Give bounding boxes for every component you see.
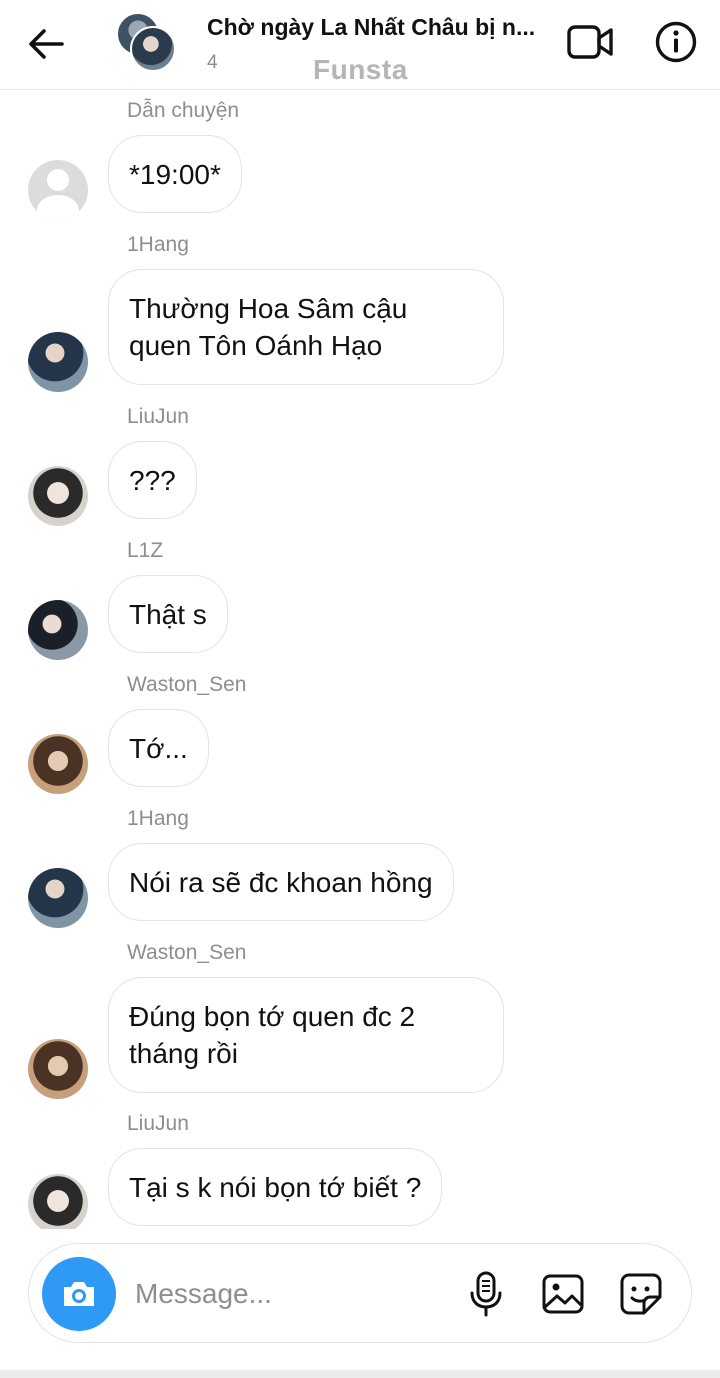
message-text: Thật s [129, 598, 207, 630]
member-avatar-front [130, 26, 176, 72]
message-bubble[interactable]: Nói ra sẽ đc khoan hồng [108, 843, 454, 921]
sender-name: 1Hang [127, 807, 189, 830]
sender-name: LiuJun [127, 405, 189, 428]
message-bubble[interactable]: Đúng bọn tớ quen đc 2 tháng rồi [108, 977, 504, 1093]
back-arrow-icon [29, 29, 64, 59]
user-avatar[interactable] [28, 160, 88, 220]
video-call-button[interactable] [566, 20, 616, 64]
camera-button[interactable] [42, 1257, 116, 1331]
back-button[interactable] [26, 24, 66, 64]
message-text: Tại s k nói bọn tớ biết ? [129, 1171, 422, 1203]
message-bubble[interactable]: Thường Hoa Sâm cậu quen Tôn Oánh Hạo [108, 269, 504, 385]
info-icon [655, 21, 697, 63]
user-avatar[interactable] [28, 868, 88, 928]
user-avatar[interactable] [28, 734, 88, 794]
message-text: tháng rồi [129, 1038, 238, 1069]
message-input[interactable] [135, 1270, 455, 1318]
message-list[interactable]: Dẫn chuyện *19:00* 1Hang Thường Hoa Sâm … [0, 91, 720, 1229]
message-bubble[interactable]: Tớ... [108, 709, 209, 787]
message-text: Nói ra sẽ đc khoan hồng [129, 866, 433, 898]
sender-name: 1Hang [127, 233, 189, 256]
message-bubble[interactable]: ??? [108, 441, 197, 519]
message-bubble[interactable]: Thật s [108, 575, 228, 653]
sticker-icon [620, 1273, 662, 1315]
user-avatar[interactable] [28, 1039, 88, 1099]
message-bubble[interactable]: Tại s k nói bọn tớ biết ? [108, 1148, 443, 1226]
user-avatar[interactable] [28, 332, 88, 392]
message-composer [28, 1243, 692, 1343]
sender-name: Waston_Sen [127, 673, 247, 696]
video-camera-icon [567, 25, 613, 59]
watermark: Funsta [313, 54, 408, 85]
info-button[interactable] [654, 20, 698, 64]
microphone-icon [470, 1271, 502, 1317]
message-text: Tớ... [129, 732, 188, 764]
chat-title[interactable]: Chờ ngày La Nhất Châu bị n... [207, 14, 567, 41]
user-avatar[interactable] [28, 1174, 88, 1229]
group-avatar[interactable] [116, 12, 178, 72]
message-bubble[interactable]: *19:00* [108, 135, 242, 213]
voice-message-button[interactable] [465, 1270, 507, 1318]
bottom-divider [0, 1370, 720, 1378]
user-avatar[interactable] [28, 600, 88, 660]
message-text: quen Tôn Oánh Hạo [129, 330, 383, 361]
member-count: 4 [207, 52, 218, 73]
chat-header: Chờ ngày La Nhất Châu bị n... 4 Funsta [0, 0, 720, 90]
gallery-button[interactable] [541, 1272, 585, 1316]
message-text: Đúng bọn tớ quen đc 2 [129, 1001, 416, 1032]
sender-name: Waston_Sen [127, 941, 247, 964]
gallery-icon [542, 1274, 584, 1314]
sender-name: LiuJun [127, 1112, 189, 1135]
sticker-button[interactable] [619, 1272, 663, 1316]
message-text: *19:00* [129, 158, 221, 190]
camera-icon [64, 1282, 94, 1306]
sender-name: L1Z [127, 539, 164, 562]
message-text: Thường Hoa Sâm cậu [129, 293, 408, 324]
user-avatar[interactable] [28, 466, 88, 526]
sender-name: Dẫn chuyện [127, 99, 240, 122]
message-text: ??? [129, 464, 176, 496]
